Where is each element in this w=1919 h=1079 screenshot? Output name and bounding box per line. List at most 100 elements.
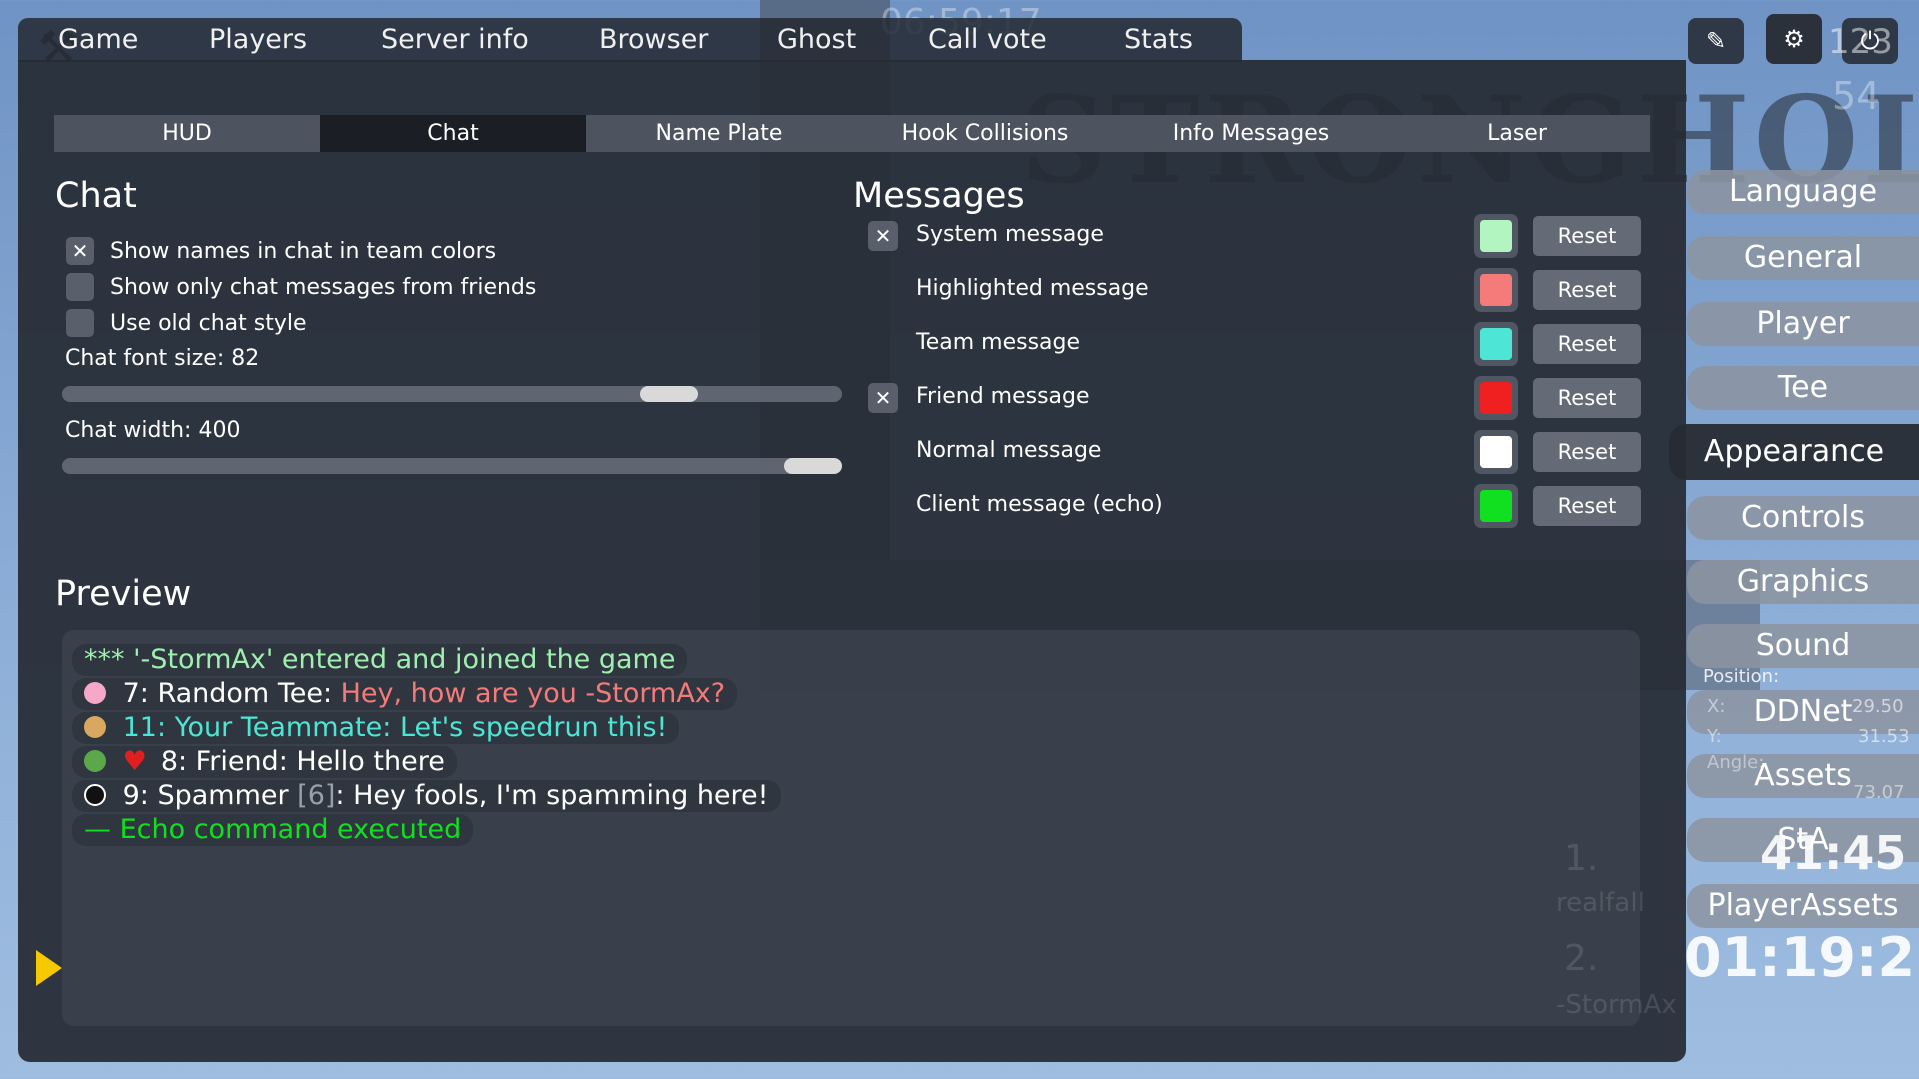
x-value: 29.50 [1852, 696, 1904, 717]
color-swatch-fill [1480, 490, 1512, 522]
option-label: Use old chat style [110, 310, 307, 336]
side-player-assets[interactable]: PlayerAssets [1687, 884, 1919, 928]
color-swatch[interactable] [1474, 484, 1518, 528]
reset-button[interactable]: Reset [1533, 486, 1641, 526]
option-old-chat-style[interactable]: Use old chat style [66, 308, 307, 338]
spam-count: [6] [297, 780, 336, 811]
gear-icon[interactable]: ⚙ [1766, 14, 1822, 64]
chat-font-size-slider[interactable] [62, 386, 842, 402]
position-label: Position: [1703, 666, 1780, 687]
preview-line-team: 11: Your Teammate: Let's speedrun this! [72, 712, 680, 744]
tab-ghost[interactable]: Ghost [777, 18, 856, 62]
side-graphics[interactable]: Graphics [1687, 560, 1919, 604]
reset-button[interactable]: Reset [1533, 432, 1641, 472]
tee-avatar-icon [84, 715, 106, 738]
line-text: Hey, how are you -StormAx? [340, 678, 726, 709]
slider-handle[interactable] [784, 458, 842, 474]
tab-game[interactable]: Game [58, 18, 138, 62]
preview-line-friend: ♥ 8: Friend: Hello there [72, 746, 457, 778]
checkbox-checked-icon[interactable]: ✕ [66, 237, 94, 265]
tab-call-vote[interactable]: Call vote [928, 18, 1047, 62]
angle-label: Angle: [1707, 752, 1765, 773]
heart-icon: ♥ [122, 746, 147, 777]
subtab-hook-collisions[interactable]: Hook Collisions [852, 115, 1118, 152]
color-swatch[interactable] [1474, 376, 1518, 420]
line-text: — Echo command executed [84, 814, 462, 845]
reset-button[interactable]: Reset [1533, 270, 1641, 310]
scoreboard-rank-1: 1. [1564, 838, 1599, 879]
tab-browser[interactable]: Browser [599, 18, 708, 62]
appearance-subtabs: HUD Chat Name Plate Hook Collisions Info… [54, 115, 1650, 152]
preview-line-echo: — Echo command executed [72, 814, 474, 846]
scoreboard-name-1: realfall [1556, 888, 1645, 918]
color-swatch[interactable] [1474, 268, 1518, 312]
preview-heading: Preview [55, 574, 192, 614]
checkbox-checked-icon[interactable]: ✕ [868, 383, 898, 413]
color-swatch-fill [1480, 436, 1512, 468]
color-swatch[interactable] [1474, 214, 1518, 258]
tab-players[interactable]: Players [209, 18, 307, 62]
color-swatch[interactable] [1474, 322, 1518, 366]
option-friends-only[interactable]: Show only chat messages from friends [66, 272, 536, 302]
option-team-colors[interactable]: ✕ Show names in chat in team colors [66, 236, 496, 266]
preview-line-spammer: 9: Spammer [6]: Hey fools, I'm spamming … [72, 780, 781, 812]
edit-icon[interactable]: ✎ [1688, 18, 1744, 64]
line-text: Let's speedrun this! [399, 712, 668, 743]
message-label: System message [916, 222, 1104, 247]
angle-value: 73.07 [1853, 782, 1905, 803]
checkbox-unchecked-icon[interactable] [66, 273, 94, 301]
message-label: Highlighted message [916, 276, 1149, 301]
color-swatch-fill [1480, 328, 1512, 360]
line-text: Hey fools, I'm spamming here! [353, 780, 769, 811]
reset-button[interactable]: Reset [1533, 378, 1641, 418]
subtab-hud[interactable]: HUD [54, 115, 320, 152]
chat-heading: Chat [55, 176, 137, 216]
line-prefix: 11: Your Teammate: [122, 712, 400, 743]
color-swatch-fill [1480, 274, 1512, 306]
option-label: Show names in chat in team colors [110, 238, 497, 264]
subtab-name-plate[interactable]: Name Plate [586, 115, 852, 152]
side-appearance[interactable]: Appearance [1669, 424, 1919, 480]
tab-stats[interactable]: Stats [1124, 18, 1193, 62]
side-tee[interactable]: Tee [1687, 366, 1919, 410]
subtab-chat[interactable]: Chat [320, 115, 586, 152]
reset-button[interactable]: Reset [1533, 216, 1641, 256]
top-digits: 123 [1828, 22, 1893, 62]
race-timer: 41:45 [1760, 826, 1907, 880]
color-swatch-fill [1480, 220, 1512, 252]
side-language[interactable]: Language [1687, 170, 1919, 214]
game-timer: 01:19:22 [1684, 926, 1919, 989]
side-sound[interactable]: Sound [1687, 624, 1919, 668]
tee-avatar-icon [84, 783, 106, 806]
slider-handle[interactable] [640, 386, 698, 402]
side-general[interactable]: General [1687, 236, 1919, 280]
checkbox-unchecked-icon[interactable] [66, 309, 94, 337]
chat-width-label: Chat width: 400 [65, 418, 241, 443]
chat-preview: *** '-StormAx' entered and joined the ga… [62, 630, 1640, 1026]
side-player[interactable]: Player [1687, 302, 1919, 346]
line-prefix: 8: Friend: [160, 746, 297, 777]
option-label: Show only chat messages from friends [110, 274, 537, 300]
message-label: Client message (echo) [916, 492, 1163, 517]
preview-line-highlight: 7: Random Tee: Hey, how are you -StormAx… [72, 678, 738, 710]
message-label: Team message [916, 330, 1081, 355]
line-text: *** '-StormAx' entered and joined the ga… [84, 644, 676, 675]
mouse-cursor-icon [36, 950, 62, 986]
x-label: X: [1707, 696, 1726, 717]
message-label: Normal message [916, 438, 1102, 463]
messages-heading: Messages [853, 176, 1025, 216]
checkbox-checked-icon[interactable]: ✕ [868, 221, 898, 251]
scoreboard-name-2: -StormAx [1556, 990, 1677, 1020]
reset-button[interactable]: Reset [1533, 324, 1641, 364]
subtab-laser[interactable]: Laser [1384, 115, 1650, 152]
message-label: Friend message [916, 384, 1090, 409]
color-swatch[interactable] [1474, 430, 1518, 474]
subtab-info-messages[interactable]: Info Messages [1118, 115, 1384, 152]
line-prefix: 9: Spammer [122, 780, 298, 811]
tee-avatar-icon [84, 749, 106, 772]
tab-server-info[interactable]: Server info [381, 18, 529, 62]
line-text: Hello there [296, 746, 445, 777]
preview-line-system: *** '-StormAx' entered and joined the ga… [72, 644, 688, 676]
side-controls[interactable]: Controls [1687, 496, 1919, 540]
chat-width-slider[interactable] [62, 458, 842, 474]
